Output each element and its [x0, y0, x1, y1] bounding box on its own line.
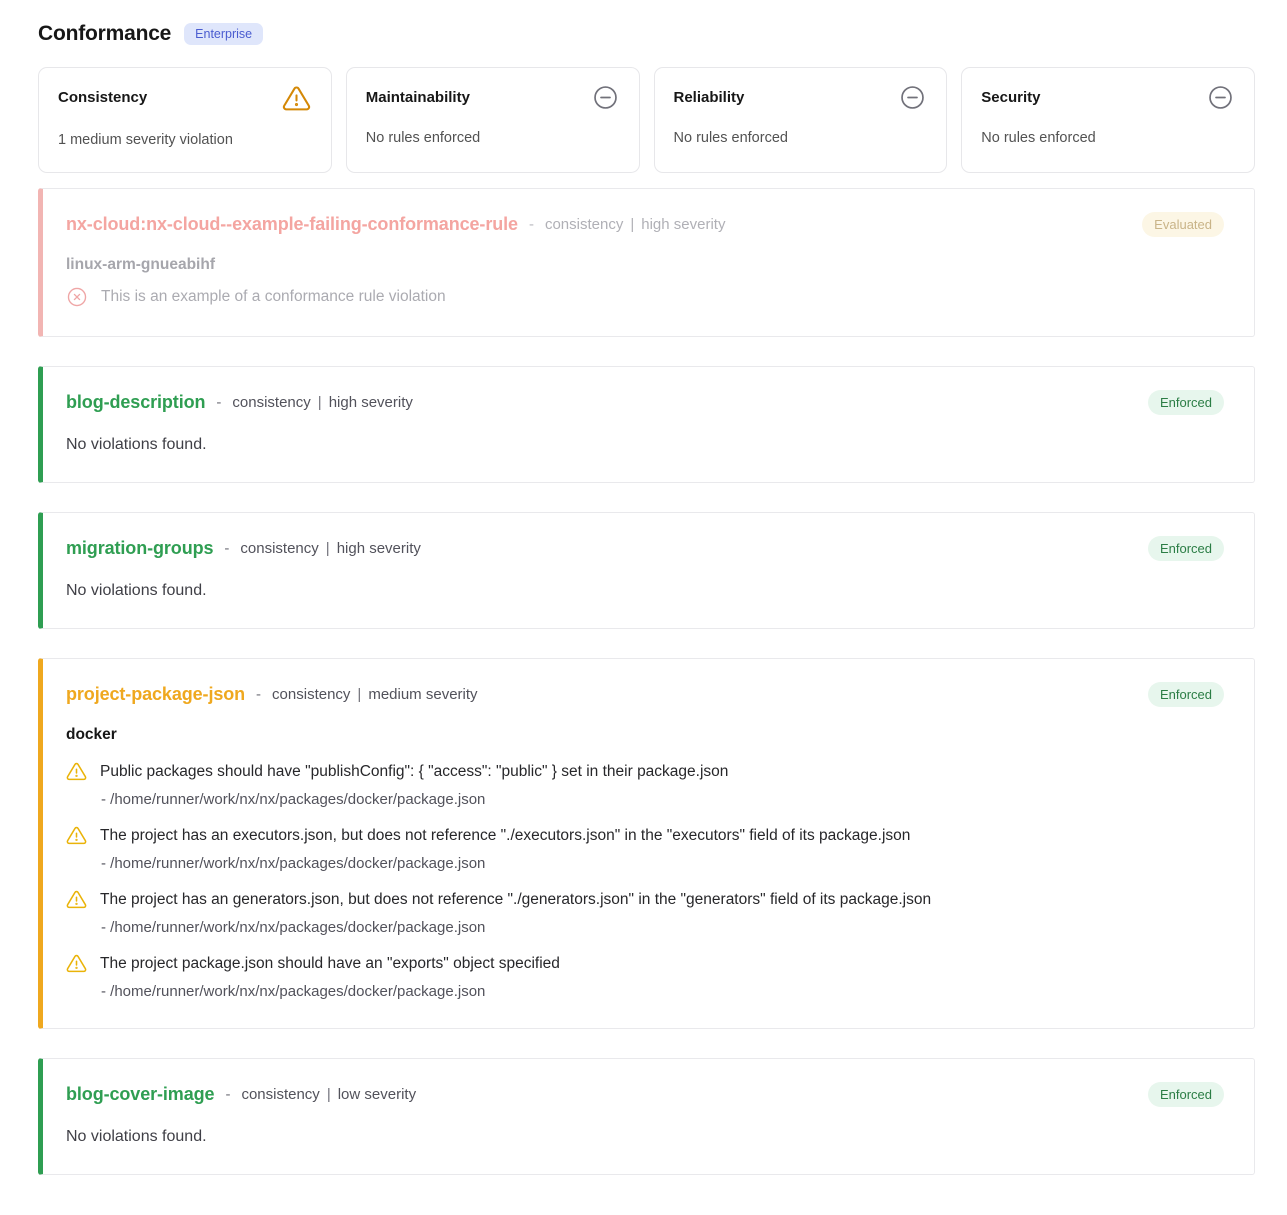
page-header: Conformance Enterprise — [38, 22, 1255, 46]
rule-meta: consistency|high severity — [232, 394, 413, 411]
rule-name-link[interactable]: migration-groups — [66, 538, 213, 559]
x-circle-icon — [66, 286, 88, 308]
summary-card-title: Reliability — [674, 84, 745, 106]
rule-name-link[interactable]: project-package-json — [66, 684, 245, 705]
rule-name-link[interactable]: blog-cover-image — [66, 1084, 214, 1105]
minus-circle-icon — [1207, 84, 1234, 111]
summary-card-title: Security — [981, 84, 1040, 106]
violation-item: Public packages should have "publishConf… — [66, 761, 1224, 808]
project-name: linux-arm-gnueabihf — [66, 256, 1224, 274]
rule-card-blog-description: blog-description - consistency|high seve… — [38, 366, 1255, 483]
violation-path: - /home/runner/work/nx/nx/packages/docke… — [101, 791, 1224, 808]
separator-dash: - — [224, 540, 229, 557]
violation-item: The project package.json should have an … — [66, 953, 1224, 1000]
status-badge: Evaluated — [1142, 212, 1224, 237]
enterprise-badge: Enterprise — [184, 23, 263, 46]
violation-path: - /home/runner/work/nx/nx/packages/docke… — [101, 983, 1224, 1000]
page-title: Conformance — [38, 22, 171, 46]
summary-card-security: Security No rules enforced — [961, 67, 1255, 173]
separator-dash: - — [216, 394, 221, 411]
rule-name-link[interactable]: nx-cloud:nx-cloud--example-failing-confo… — [66, 214, 518, 235]
summary-card-maintainability: Maintainability No rules enforced — [346, 67, 640, 173]
no-violations-text: No violations found. — [66, 1128, 1224, 1146]
violation-item: The project has an generators.json, but … — [66, 889, 1224, 936]
warning-triangle-icon — [66, 889, 87, 910]
violation-message: The project has an generators.json, but … — [100, 891, 931, 909]
summary-card-consistency: Consistency 1 medium severity violation — [38, 67, 332, 173]
rule-name-link[interactable]: blog-description — [66, 392, 205, 413]
violation-message: Public packages should have "publishConf… — [100, 763, 728, 781]
warning-triangle-icon — [66, 761, 87, 782]
rule-meta: consistency|low severity — [241, 1086, 416, 1103]
violation-item: The project has an executors.json, but d… — [66, 825, 1224, 872]
rule-card-blog-cover-image: blog-cover-image - consistency|low sever… — [38, 1058, 1255, 1175]
minus-circle-icon — [899, 84, 926, 111]
minus-circle-icon — [592, 84, 619, 111]
status-badge: Enforced — [1148, 682, 1224, 707]
separator-dash: - — [256, 686, 261, 703]
summary-card-status: No rules enforced — [981, 130, 1234, 146]
no-violations-text: No violations found. — [66, 582, 1224, 600]
violation-message: The project package.json should have an … — [100, 955, 560, 973]
project-name: docker — [66, 726, 1224, 744]
summary-card-title: Consistency — [58, 84, 147, 106]
warning-triangle-icon — [66, 953, 87, 974]
separator-dash: - — [529, 216, 534, 233]
violation-path: - /home/runner/work/nx/nx/packages/docke… — [101, 919, 1224, 936]
summary-card-reliability: Reliability No rules enforced — [654, 67, 948, 173]
violation-path: - /home/runner/work/nx/nx/packages/docke… — [101, 855, 1224, 872]
summary-card-status: No rules enforced — [366, 130, 619, 146]
rule-meta: consistency|high severity — [240, 540, 421, 557]
violation-message: The project has an executors.json, but d… — [100, 827, 910, 845]
rule-card-migration-groups: migration-groups - consistency|high seve… — [38, 512, 1255, 629]
conformance-page: Conformance Enterprise Consistency 1 med… — [0, 0, 1287, 1215]
violation-message-row: This is an example of a conformance rule… — [66, 286, 1224, 308]
status-badge: Enforced — [1148, 390, 1224, 415]
warning-triangle-icon — [66, 825, 87, 846]
separator-dash: - — [225, 1086, 230, 1103]
status-badge: Enforced — [1148, 536, 1224, 561]
summary-row: Consistency 1 medium severity violation … — [38, 67, 1255, 173]
rule-meta: consistency|high severity — [545, 216, 726, 233]
rule-card-project-package-json: project-package-json - consistency|mediu… — [38, 658, 1255, 1029]
summary-card-title: Maintainability — [366, 84, 470, 106]
rule-meta: consistency|medium severity — [272, 686, 477, 703]
status-badge: Enforced — [1148, 1082, 1224, 1107]
summary-card-status: No rules enforced — [674, 130, 927, 146]
rule-list: nx-cloud:nx-cloud--example-failing-confo… — [38, 188, 1255, 1175]
summary-card-status: 1 medium severity violation — [58, 132, 311, 148]
no-violations-text: No violations found. — [66, 436, 1224, 454]
violation-message: This is an example of a conformance rule… — [101, 288, 446, 306]
rule-card-example-failing-conformance-rule: nx-cloud:nx-cloud--example-failing-confo… — [38, 188, 1255, 337]
warning-triangle-icon — [282, 84, 311, 113]
